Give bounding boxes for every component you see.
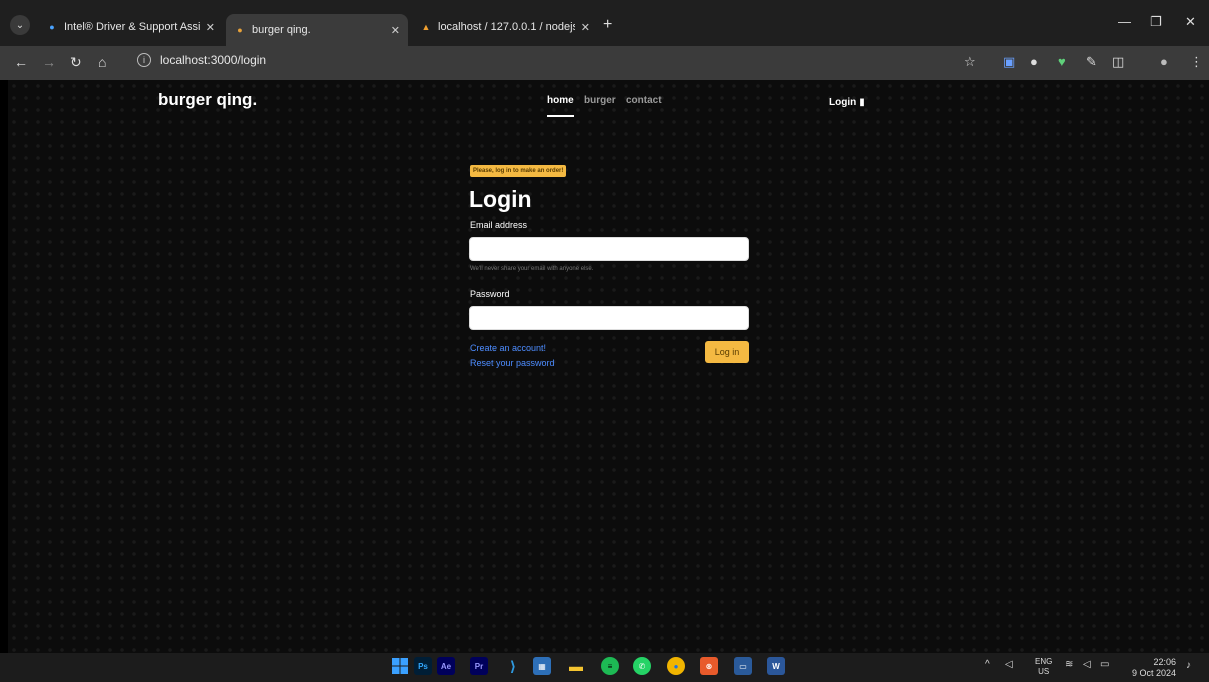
profile-avatar[interactable]: ●: [1160, 54, 1168, 69]
burger-icon: ●: [237, 25, 243, 35]
forward-icon[interactable]: →: [42, 54, 56, 70]
reset-password-link[interactable]: Reset your password: [470, 358, 555, 368]
volume-icon[interactable]: ◁: [1083, 659, 1091, 670]
intel-icon: ●: [49, 22, 55, 32]
close-icon[interactable]: ✕: [581, 21, 590, 34]
tab-phpmyadmin[interactable]: ▲ localhost / 127.0.0.1 / nodejsca ✕: [412, 14, 598, 40]
after-effects-icon[interactable]: Ae: [437, 657, 455, 675]
notification-bell-icon[interactable]: ♪: [1186, 660, 1191, 671]
email-label: Email address: [470, 220, 528, 230]
home-icon[interactable]: ⌂: [98, 54, 106, 70]
header-login-link[interactable]: Login ▮: [829, 97, 865, 108]
tab-intel[interactable]: ● Intel® Driver & Support Assista ✕: [38, 14, 223, 40]
login-required-alert: Please, log in to make an order!: [470, 165, 567, 177]
battery-icon[interactable]: ▭: [1100, 659, 1109, 670]
restore-icon[interactable]: ❐: [1150, 14, 1162, 30]
window-close-icon[interactable]: ✕: [1185, 14, 1196, 30]
minimize-icon[interactable]: —: [1118, 14, 1131, 29]
page-title: Login: [469, 186, 532, 212]
nav-contact[interactable]: contact: [626, 95, 662, 106]
eyedropper-icon[interactable]: ✎: [1086, 54, 1097, 70]
extensions-puzzle-icon[interactable]: ◫: [1112, 54, 1124, 70]
speaker-icon[interactable]: ◁: [1005, 659, 1013, 670]
password-field[interactable]: [469, 306, 749, 330]
app-icon[interactable]: ▦: [533, 657, 551, 675]
password-label: Password: [470, 289, 510, 299]
close-icon[interactable]: ✕: [391, 24, 400, 37]
login-submit-button[interactable]: Log in: [705, 341, 749, 363]
tray-chevron-up-icon[interactable]: ^: [985, 659, 990, 670]
bookmark-star-icon[interactable]: ☆: [964, 54, 976, 70]
word-icon[interactable]: W: [767, 657, 785, 675]
windows-start-icon[interactable]: [391, 657, 409, 675]
url-text[interactable]: localhost:3000/login: [160, 53, 266, 67]
tab-strip: ⌄ ● Intel® Driver & Support Assista ✕ ● …: [0, 0, 1209, 46]
spotify-icon[interactable]: ≡: [601, 657, 619, 675]
vscode-icon[interactable]: ⟩: [504, 657, 522, 675]
language-indicator[interactable]: ENG US: [1035, 657, 1052, 677]
whatsapp-icon[interactable]: ✆: [633, 657, 651, 675]
extension-globe-icon[interactable]: ●: [1030, 54, 1038, 69]
back-icon[interactable]: ←: [14, 54, 28, 70]
site-brand[interactable]: burger qing.: [158, 90, 257, 110]
email-field[interactable]: [469, 237, 749, 261]
translate-icon[interactable]: ▣: [1003, 54, 1015, 70]
shield-icon[interactable]: ♥: [1058, 54, 1066, 69]
login-door-icon: ▮: [859, 97, 865, 108]
taskbar-clock[interactable]: 22:06 9 Oct 2024: [1132, 657, 1176, 679]
page-background: [8, 80, 1209, 653]
file-explorer-icon[interactable]: ▬: [567, 657, 585, 675]
tab-burger-qing[interactable]: ● burger qing. ✕: [226, 14, 408, 46]
wifi-icon[interactable]: ≋: [1065, 659, 1073, 670]
premiere-icon[interactable]: Pr: [470, 657, 488, 675]
nav-burger[interactable]: burger: [584, 95, 616, 106]
xampp-icon[interactable]: ⊗: [700, 657, 718, 675]
nav-home[interactable]: home: [547, 95, 574, 106]
site-info-icon[interactable]: i: [137, 53, 151, 67]
chrome-icon[interactable]: ●: [667, 657, 685, 675]
photoshop-icon[interactable]: Ps: [414, 657, 432, 675]
tab-search-button[interactable]: ⌄: [10, 15, 30, 35]
nav-active-underline: [547, 115, 574, 117]
new-tab-button[interactable]: +: [603, 16, 612, 34]
app-icon-2[interactable]: ▭: [734, 657, 752, 675]
phpmyadmin-icon: ▲: [421, 22, 431, 32]
chevron-down-icon: ⌄: [15, 19, 25, 31]
close-icon[interactable]: ✕: [206, 21, 215, 34]
email-help-text: We'll never share your email with anyone…: [470, 266, 594, 272]
menu-kebab-icon[interactable]: ⋮: [1190, 54, 1203, 70]
create-account-link[interactable]: Create an account!: [470, 343, 546, 353]
reload-icon[interactable]: ↻: [70, 54, 82, 71]
